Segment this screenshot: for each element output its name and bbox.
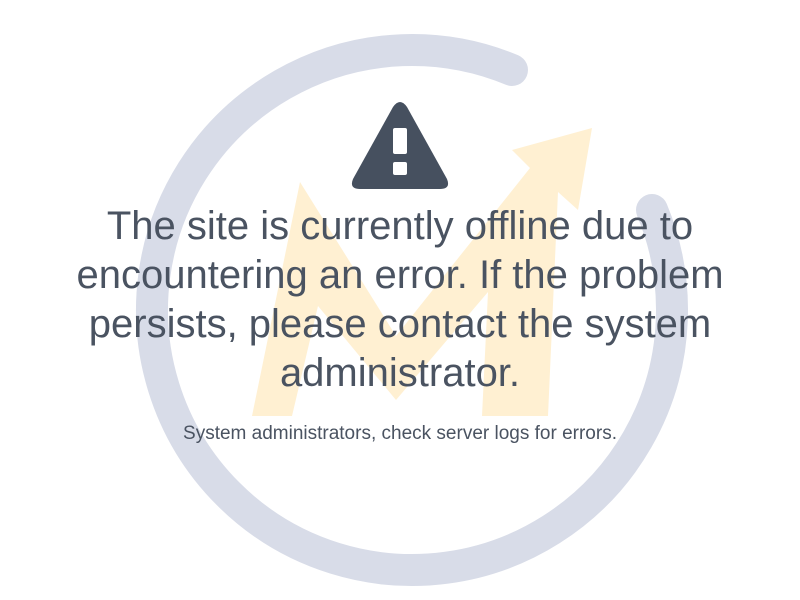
warning-icon: [351, 102, 449, 189]
error-message: The site is currently offline due to enc…: [76, 204, 724, 395]
error-panel: The site is currently offline due to enc…: [0, 100, 800, 446]
error-hint: System administrators, check server logs…: [183, 423, 617, 444]
